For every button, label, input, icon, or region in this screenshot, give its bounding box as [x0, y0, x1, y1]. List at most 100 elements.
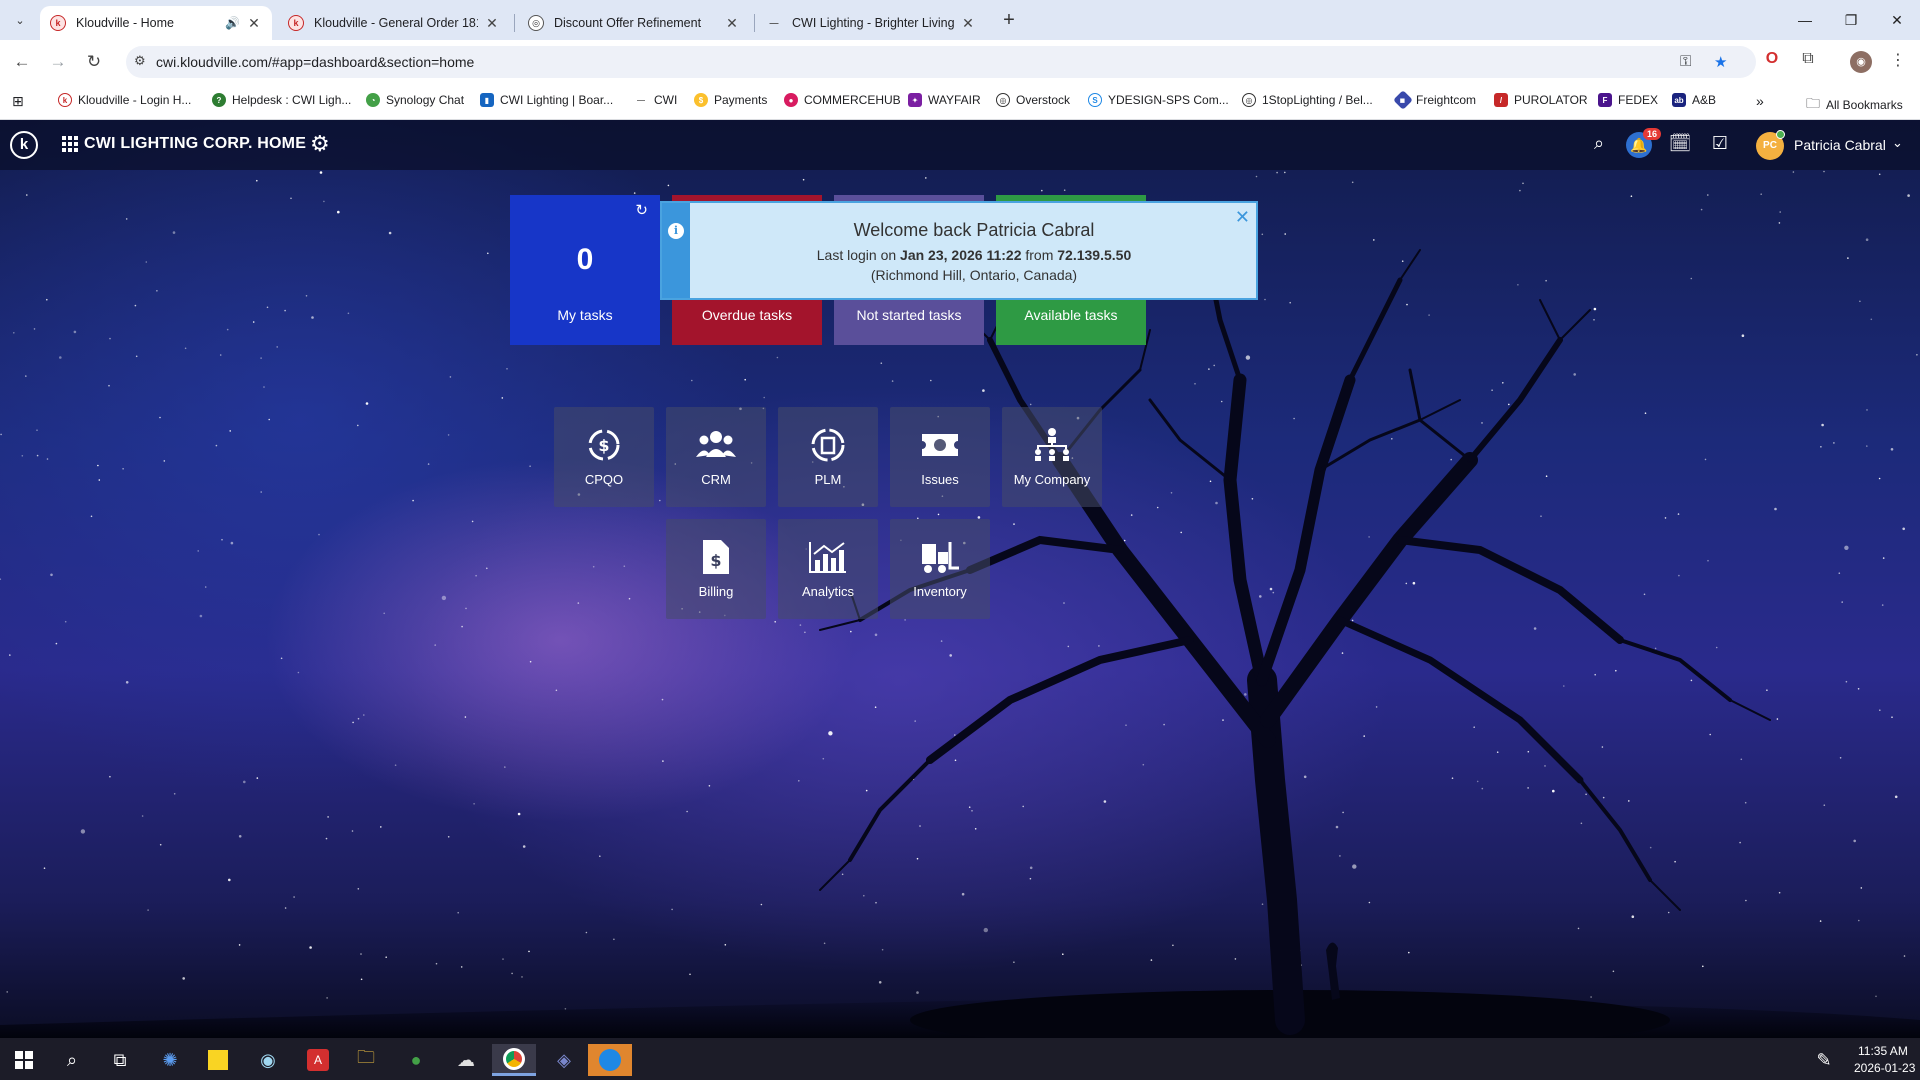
bookmark-item[interactable]: ● COMMERCEHUB — [784, 93, 901, 107]
toast-accent-strip — [662, 203, 690, 298]
org-chart-icon — [1002, 425, 1102, 465]
globe-favicon-icon: ◎ — [1242, 93, 1256, 107]
opera-extension-icon[interactable]: O — [1760, 50, 1784, 68]
pen-menu-icon[interactable]: ✎ — [1812, 1044, 1836, 1076]
bookmark-item[interactable]: ◎ Overstock — [996, 93, 1070, 107]
clock-date[interactable]: 2026-01-23 — [1854, 1061, 1915, 1075]
tab-general-order[interactable]: k Kloudville - General Order 1817 ✕ — [278, 6, 510, 40]
file-explorer-icon[interactable]: 🗀 — [344, 1044, 388, 1076]
app-title[interactable]: CWI LIGHTING CORP. HOME — [84, 135, 306, 153]
cloud-app-icon[interactable]: ☁ — [444, 1044, 488, 1076]
bookmark-item[interactable]: ab A&B — [1672, 93, 1716, 107]
acrobat-icon[interactable]: A — [296, 1044, 340, 1076]
bookmark-item[interactable]: S YDESIGN-SPS Com... — [1088, 93, 1229, 107]
settings-gear-icon[interactable]: ⚙ — [310, 131, 330, 157]
tab-kloudville-home[interactable]: k Kloudville - Home 🔊 ✕ — [40, 6, 272, 40]
checklist-icon[interactable]: ☑ — [1708, 133, 1732, 154]
windows-start-icon[interactable] — [2, 1044, 46, 1076]
module-billing[interactable]: $ Billing — [666, 519, 766, 619]
tab-search-chevron-icon[interactable]: ⌄ — [9, 9, 31, 31]
tab-discount-offer[interactable]: ◎ Discount Offer Refinement ✕ — [518, 6, 750, 40]
module-inventory[interactable]: Inventory — [890, 519, 990, 619]
kloudville-favicon-icon: k — [58, 93, 72, 107]
bookmark-item[interactable]: / PUROLATOR — [1494, 93, 1588, 107]
clock-time[interactable]: 11:35 AM — [1858, 1044, 1908, 1058]
edge-taskbar-icon[interactable] — [588, 1044, 632, 1076]
people-icon — [666, 425, 766, 465]
audio-playing-icon[interactable]: 🔊 — [225, 16, 240, 30]
bookmark-item[interactable]: ✦ WAYFAIR — [908, 93, 981, 107]
browser-menu-icon[interactable]: ⋮ — [1886, 50, 1910, 70]
forward-button[interactable]: → — [44, 48, 72, 76]
module-crm[interactable]: CRM — [666, 407, 766, 507]
task-label: Not started tasks — [856, 307, 962, 323]
module-cpqo[interactable]: $ CPQO — [554, 407, 654, 507]
payments-favicon-icon: $ — [694, 93, 708, 107]
refresh-icon[interactable]: ↻ — [635, 201, 648, 219]
all-bookmarks-button[interactable]: 🗀 All Bookmarks — [1806, 93, 1903, 117]
copilot-icon[interactable]: ✺ — [148, 1044, 192, 1076]
paint-icon[interactable]: ◉ — [246, 1044, 290, 1076]
back-button[interactable]: ← — [8, 48, 36, 76]
module-label: Analytics — [801, 584, 855, 599]
sticky-notes-icon[interactable] — [196, 1044, 240, 1076]
extensions-puzzle-icon[interactable]: ⧉ — [1796, 50, 1820, 68]
profile-avatar-icon[interactable]: ◉ — [1850, 51, 1872, 73]
task-view-icon[interactable]: ⧉ — [98, 1044, 142, 1076]
module-analytics[interactable]: Analytics — [778, 519, 878, 619]
close-window-button[interactable]: ✕ — [1874, 6, 1920, 34]
close-tab-icon[interactable]: ✕ — [246, 15, 262, 32]
restore-window-button[interactable]: ❐ — [1828, 6, 1874, 34]
bookmark-star-icon[interactable]: ★ — [1714, 53, 1727, 71]
module-issues[interactable]: Issues — [890, 407, 990, 507]
more-bookmarks-icon[interactable]: » — [1756, 93, 1764, 109]
reload-button[interactable]: ↻ — [80, 48, 108, 76]
bookmark-item[interactable]: ◆ Freightcom — [1393, 90, 1476, 110]
bookmark-item[interactable]: ? Helpdesk : CWI Ligh... — [212, 93, 351, 107]
chat-app-icon[interactable]: ● — [394, 1044, 438, 1076]
tab-cwi-lighting[interactable]: — CWI Lighting - Brighter Living. S ✕ — [756, 6, 986, 40]
task-label: Overdue tasks — [701, 307, 793, 323]
close-tab-icon[interactable]: ✕ — [724, 15, 740, 32]
task-tile-my-tasks[interactable]: ↻ 0 My tasks — [510, 195, 660, 345]
bookmark-item[interactable]: ▮ CWI Lighting | Boar... — [480, 93, 613, 107]
tab-title: CWI Lighting - Brighter Living. S — [792, 16, 954, 30]
search-icon[interactable]: ⌕ — [50, 1044, 94, 1076]
kloudville-logo-icon[interactable]: k — [10, 131, 38, 159]
globe-favicon-icon: ◎ — [996, 93, 1010, 107]
close-tab-icon[interactable]: ✕ — [484, 15, 500, 32]
module-my-company[interactable]: My Company — [1002, 407, 1102, 507]
bookmark-item[interactable]: k Kloudville - Login H... — [58, 93, 191, 107]
close-toast-icon[interactable]: ✕ — [1235, 207, 1250, 228]
app-launcher-grid-icon[interactable] — [62, 136, 78, 152]
bookmark-item[interactable]: $ Payments — [694, 93, 767, 107]
apps-grid-icon[interactable]: ⊞ — [12, 93, 24, 110]
chevron-down-icon[interactable]: ⌄ — [1892, 135, 1903, 151]
last-login-location: (Richmond Hill, Ontario, Canada) — [870, 267, 1078, 283]
lifecycle-icon — [778, 425, 878, 465]
invoice-icon: $ — [666, 537, 766, 577]
bookmark-item[interactable]: ◔ Synology Chat — [366, 93, 464, 107]
chrome-taskbar-icon[interactable] — [492, 1044, 536, 1076]
browser-toolbar: ← → ↻ ⚙ cwi.kloudville.com/#app=dashboar… — [0, 40, 1920, 84]
bookmark-item[interactable]: F FEDEX — [1598, 93, 1658, 107]
address-url[interactable]: cwi.kloudville.com/#app=dashboard&sectio… — [156, 54, 474, 70]
toast-title: Welcome back Patricia Cabral — [853, 220, 1095, 240]
tab-title: Discount Offer Refinement — [554, 16, 702, 30]
last-login-line: Last login on Jan 23, 2026 11:22 from 72… — [816, 247, 1132, 263]
calendar-clock-icon[interactable]: 🗓 — [1668, 133, 1692, 154]
close-tab-icon[interactable]: ✕ — [960, 15, 976, 32]
module-label: Inventory — [913, 584, 967, 599]
minimize-window-button[interactable]: — — [1782, 6, 1828, 34]
module-plm[interactable]: PLM — [778, 407, 878, 507]
site-info-icon[interactable]: ⚙ — [134, 53, 146, 69]
search-icon[interactable]: ⌕ — [1587, 133, 1611, 154]
teams-app-icon[interactable]: ◈ — [542, 1044, 586, 1076]
new-tab-button[interactable]: + — [996, 8, 1022, 34]
password-key-icon[interactable]: ⚿ — [1680, 53, 1691, 70]
bookmark-item[interactable]: — CWI — [634, 93, 677, 107]
user-name[interactable]: Patricia Cabral — [1794, 137, 1886, 153]
address-bar[interactable]: ⚙ cwi.kloudville.com/#app=dashboard&sect… — [126, 46, 1756, 78]
info-icon: i — [668, 223, 684, 239]
bookmark-item[interactable]: ◎ 1StopLighting / Bel... — [1242, 93, 1373, 107]
